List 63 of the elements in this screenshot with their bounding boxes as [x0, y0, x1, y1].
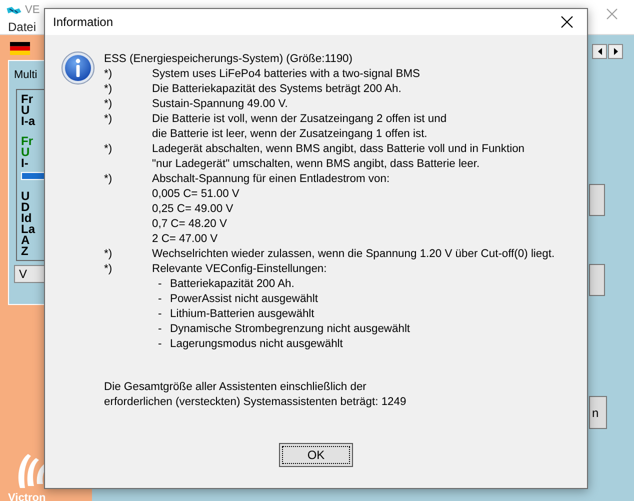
ok-button[interactable]: OK — [279, 443, 353, 467]
info-line: "nur Ladegerät" umschalten, wenn BMS angibt, dass Batterie leer. — [152, 157, 480, 172]
list-dash: - — [158, 337, 163, 352]
menu-item[interactable]: Datei — [8, 20, 36, 34]
panel-label: La — [21, 224, 36, 235]
tab-label[interactable]: Multi — [14, 69, 38, 81]
flag-icon[interactable] — [10, 42, 30, 55]
panel-label: I-a — [21, 116, 36, 127]
right-arrow-icon — [614, 48, 618, 55]
close-icon[interactable] — [561, 16, 573, 28]
bullet-marker: *) — [104, 247, 114, 262]
bullet-marker: *) — [104, 67, 114, 82]
info-line: Ladegerät abschalten, wenn BMS angibt, dass Batterie voll und in Funktion — [152, 142, 525, 157]
side-button[interactable]: n — [589, 396, 607, 429]
setting-line: Batteriekapazität 200 Ah. — [170, 277, 294, 292]
left-arrow-icon — [598, 48, 602, 55]
panel-label: U — [21, 147, 30, 158]
bullet-marker: *) — [104, 172, 114, 187]
info-line: Wechselrichten wieder zulassen, wenn die Spannung 1.20 V über Cut-off(0) liegt. — [152, 247, 555, 262]
panel-label: Z — [21, 246, 28, 257]
bullet-marker: *) — [104, 82, 114, 97]
info-line: 2 C= 47.00 V — [152, 232, 218, 247]
panel-label: Fr — [21, 94, 33, 105]
setting-line: Lithium-Batterien ausgewählt — [170, 307, 314, 322]
panel-label: U — [21, 191, 30, 202]
panel-label: U — [21, 105, 30, 116]
bullet-marker: *) — [104, 97, 114, 112]
bullet-marker: *) — [104, 142, 114, 157]
dialog-heading: ESS (Energiespeicherungs-System) (Größe:1190) — [104, 52, 353, 67]
window-title: VE — [25, 4, 40, 17]
panel-label: D — [21, 202, 30, 213]
list-dash: - — [158, 277, 163, 292]
setting-line: Dynamische Strombegrenzung nicht ausgewählt — [170, 322, 410, 337]
info-line: Die Batteriekapazität des Systems beträgt 200 Ah. — [152, 82, 402, 97]
dialog-title: Information — [53, 15, 114, 29]
info-line: 0,005 C= 51.00 V — [152, 187, 240, 202]
side-button[interactable] — [589, 184, 605, 216]
info-line: Abschalt-Spannung für einen Entladestrom von: — [152, 172, 390, 187]
bullet-marker: *) — [104, 262, 114, 277]
info-line: 0,7 C= 48.20 V — [152, 217, 227, 232]
list-dash: - — [158, 292, 163, 307]
info-line: System uses LiFePo4 batteries with a two-signal BMS — [152, 67, 420, 82]
info-line: die Batterie ist leer, wenn der Zusatzeingang 1 offen ist. — [152, 127, 428, 142]
summary-text: Die Gesamtgröße aller Assistenten einschließlich der erforderlichen (versteckten) Systemassistenten beträgt: 1249 — [104, 380, 408, 410]
info-line: Sustain-Spannung 49.00 V. — [152, 97, 288, 112]
app-logo-icon — [6, 5, 22, 16]
list-dash: - — [158, 307, 163, 322]
setting-line: PowerAssist nicht ausgewählt — [170, 292, 318, 307]
bullet-marker: *) — [104, 112, 114, 127]
info-line: Relevante VEConfig-Einstellungen: — [152, 262, 327, 277]
panel-label: Id — [21, 213, 32, 224]
list-dash: - — [158, 322, 163, 337]
info-line: Die Batterie ist voll, wenn der Zusatzeingang 2 offen ist und — [152, 112, 447, 127]
side-button[interactable] — [589, 264, 605, 296]
scroll-left-button[interactable] — [592, 44, 607, 59]
panel-label: Fr — [21, 136, 33, 147]
info-line: 0,25 C= 49.00 V — [152, 202, 234, 217]
panel-label: I- — [21, 158, 28, 169]
logo-text: Victron — [8, 492, 46, 501]
info-icon — [61, 51, 95, 85]
panel-label: A — [21, 235, 30, 246]
scroll-right-button[interactable] — [608, 44, 623, 59]
setting-line: Lagerungsmodus nicht ausgewählt — [170, 337, 343, 352]
